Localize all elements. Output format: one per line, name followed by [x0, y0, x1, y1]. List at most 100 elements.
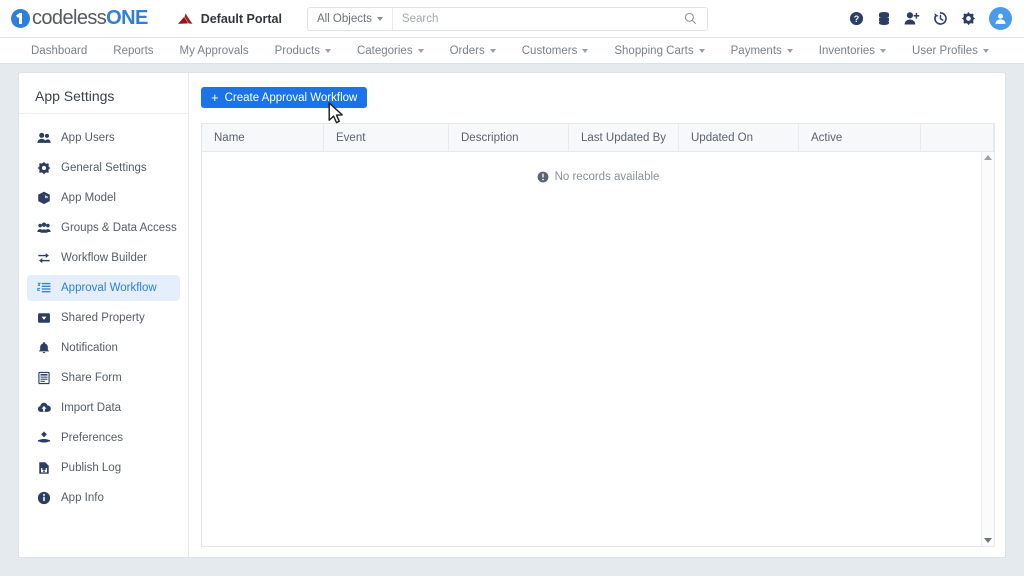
table-column-label: Last Updated By: [581, 131, 667, 144]
sidebar-item-app-users[interactable]: App Users: [27, 125, 180, 151]
portal-selector[interactable]: Default Portal: [176, 12, 282, 26]
table-column-header[interactable]: Description: [449, 124, 569, 151]
sidebar-item-label: Approval Workflow: [61, 282, 157, 294]
sidebar-item-label: App Users: [61, 132, 115, 144]
table-column-header[interactable]: Last Updated By: [569, 124, 679, 151]
nav-item-products[interactable]: Products: [262, 38, 344, 63]
sidebar-item-publish-log[interactable]: Publish Log: [27, 455, 180, 481]
info-alert-icon: [537, 171, 548, 183]
table-column-header[interactable]: [921, 124, 994, 151]
nav-item-categories[interactable]: Categories: [344, 38, 437, 63]
main-navigation: Dashboard Reports My Approvals Products Cate…: [0, 38, 1024, 64]
sidebar-item-label: Preferences: [61, 432, 124, 444]
tag-icon: [36, 311, 51, 325]
sidebar-item-workflow-builder[interactable]: Workflow Builder: [27, 245, 180, 271]
chevron-down-icon: [417, 48, 424, 53]
database-icon[interactable]: [877, 11, 891, 26]
checklist-icon: [36, 281, 51, 295]
chevron-down-icon: [982, 48, 989, 53]
portal-label: Default Portal: [200, 11, 282, 26]
sidebar-item-label: Shared Property: [61, 312, 145, 324]
app-logo[interactable]: codelessONE: [11, 7, 148, 30]
portal-logo-icon: [177, 12, 193, 24]
nav-item-orders[interactable]: Orders: [437, 38, 509, 63]
settings-sidebar: App Settings App Users General Settings Ap…: [19, 73, 189, 557]
empty-state: No records available: [202, 171, 994, 183]
nav-item-reports[interactable]: Reports: [100, 38, 166, 63]
codelessone-logo-icon: [11, 9, 30, 28]
avatar[interactable]: [989, 7, 1012, 30]
table-column-label: Name: [214, 131, 245, 144]
empty-state-message: No records available: [554, 171, 660, 183]
chevron-down-icon: [786, 48, 793, 53]
history-icon[interactable]: [933, 11, 948, 26]
logo-text-primary: codeless: [32, 7, 107, 29]
scroll-up-arrow-icon[interactable]: [984, 155, 992, 160]
table-column-header[interactable]: Name: [202, 124, 324, 151]
nav-item-user-profiles[interactable]: User Profiles: [899, 38, 1002, 63]
search-input[interactable]: [392, 12, 684, 25]
sidebar-item-label: Share Form: [61, 372, 122, 384]
sidebar-item-approval-workflow[interactable]: Approval Workflow: [27, 275, 180, 301]
table-column-label: Event: [336, 131, 366, 144]
sidebar-item-app-info[interactable]: App Info: [27, 485, 180, 511]
nav-item-customers[interactable]: Customers: [509, 38, 602, 63]
sidebar-item-preferences[interactable]: Preferences: [27, 425, 180, 451]
search-scope-select[interactable]: All Objects: [308, 7, 393, 30]
table-column-label: Active: [811, 131, 843, 144]
sidebar-item-label: App Info: [61, 492, 104, 504]
add-user-icon[interactable]: [904, 11, 920, 26]
table-column-label: Updated On: [691, 131, 754, 144]
table-column-header[interactable]: Event: [324, 124, 449, 151]
chevron-down-icon: [698, 48, 705, 53]
search-icon[interactable]: [684, 12, 707, 25]
nav-item-label: Shopping Carts: [614, 44, 694, 57]
arrows-exchange-icon: [36, 251, 51, 265]
nav-item-dashboard[interactable]: Dashboard: [18, 38, 100, 63]
create-approval-workflow-label: Create Approval Workflow: [224, 91, 358, 104]
scroll-down-arrow-icon[interactable]: [984, 538, 992, 543]
chevron-down-icon: [324, 48, 331, 53]
nav-item-my-approvals[interactable]: My Approvals: [167, 38, 262, 63]
nav-item-label: My Approvals: [179, 44, 249, 57]
nav-item-label: Inventories: [818, 44, 876, 57]
plus-icon: +: [211, 90, 219, 105]
hand-gear-icon: [36, 431, 51, 445]
main-pane: + Create Approval Workflow Name Event Desc…: [189, 73, 1005, 557]
sidebar-item-notification[interactable]: Notification: [27, 335, 180, 361]
table-column-header[interactable]: Updated On: [679, 124, 799, 151]
nav-item-label: Customers: [521, 44, 578, 57]
chevron-down-icon: [582, 48, 589, 53]
sidebar-item-import-data[interactable]: Import Data: [27, 395, 180, 421]
top-bar-icons: ?: [849, 7, 1012, 30]
sidebar-item-share-form[interactable]: Share Form: [27, 365, 180, 391]
table-column-header[interactable]: Active: [799, 124, 921, 151]
nav-item-label: Payments: [730, 44, 782, 57]
top-bar: codelessONE Default Portal All Objects S…: [0, 0, 1024, 38]
sidebar-item-general-settings[interactable]: General Settings: [27, 155, 180, 181]
nav-item-label: User Profiles: [912, 44, 978, 57]
sidebar-item-groups-data-access[interactable]: Groups & Data Access: [27, 215, 180, 241]
sidebar-item-list: App Users General Settings App Model Groups…: [19, 114, 188, 511]
nav-item-shopping-carts[interactable]: Shopping Carts: [601, 38, 717, 63]
sidebar-item-app-model[interactable]: App Model: [27, 185, 180, 211]
nav-item-payments[interactable]: Payments: [718, 38, 806, 63]
search-scope-label: All Objects: [316, 12, 372, 25]
table-header-row: Name Event Description Last Updated By Updat…: [202, 124, 994, 152]
table-vertical-scrollbar[interactable]: [981, 152, 994, 546]
sidebar-item-label: Notification: [61, 342, 118, 354]
nav-item-inventories[interactable]: Inventories: [806, 38, 899, 63]
create-approval-workflow-button[interactable]: + Create Approval Workflow: [201, 87, 368, 108]
svg-text:?: ?: [854, 14, 859, 24]
nav-item-label: Dashboard: [31, 44, 88, 57]
sidebar-item-label: App Model: [61, 192, 116, 204]
sidebar-title: App Settings: [19, 73, 188, 114]
logo-text: codelessONE: [32, 7, 148, 30]
sidebar-item-label: Publish Log: [61, 462, 122, 474]
table-column-label: Description: [461, 131, 519, 144]
chevron-down-icon: [880, 48, 887, 53]
info-icon: [36, 491, 51, 505]
sidebar-item-shared-property[interactable]: Shared Property: [27, 305, 180, 331]
help-icon[interactable]: ?: [849, 11, 864, 26]
gear-icon[interactable]: [961, 11, 976, 26]
